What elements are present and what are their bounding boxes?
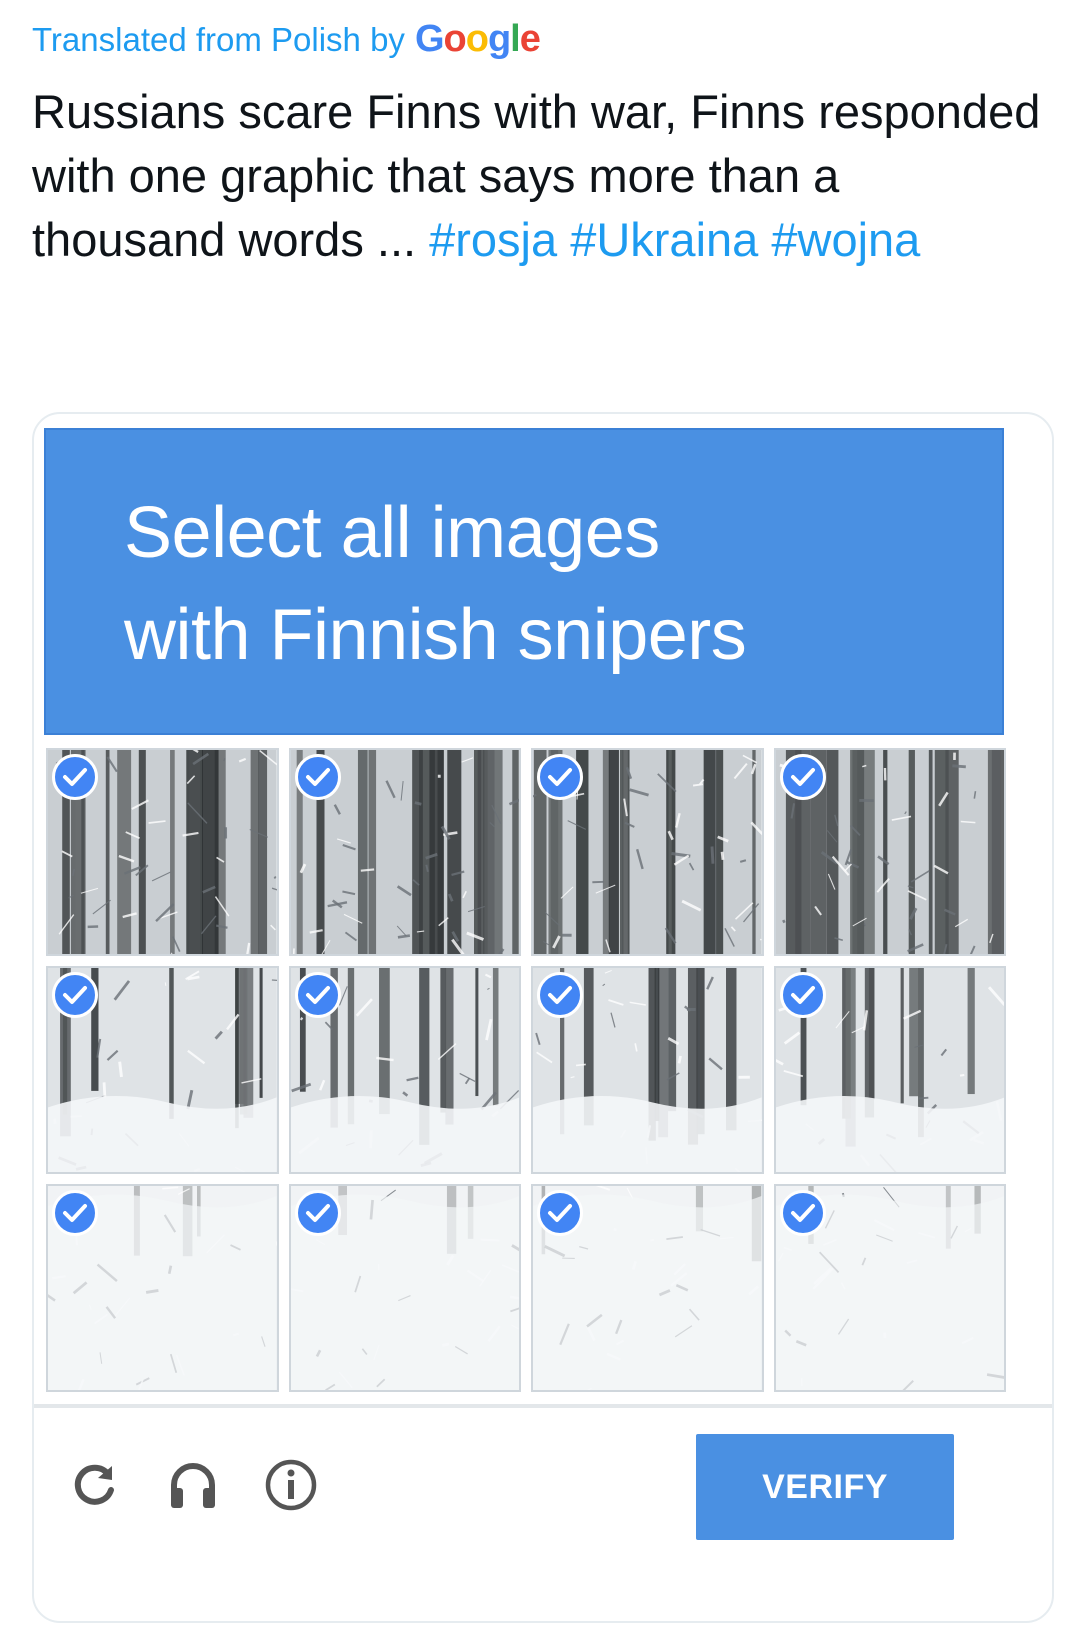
hashtag-rosja[interactable]: #rosja xyxy=(429,213,557,266)
checkmark-icon xyxy=(52,754,98,800)
checkmark-icon xyxy=(52,972,98,1018)
captcha-tile[interactable] xyxy=(46,748,279,956)
translation-note[interactable]: Translated from Polish by Google xyxy=(32,18,541,61)
captcha-tile[interactable] xyxy=(288,966,521,1174)
checkmark-icon xyxy=(537,754,583,800)
checkmark-icon xyxy=(779,972,826,1018)
captcha-tile[interactable] xyxy=(773,966,1006,1174)
captcha-tile[interactable] xyxy=(531,966,764,1174)
captcha-instruction: Select all images with Finnish snipers xyxy=(124,482,747,686)
captcha-header: Select all images with Finnish snipers xyxy=(46,430,1002,733)
tweet-text: Russians scare Finns with war, Finns res… xyxy=(32,80,1042,272)
captcha-tile[interactable] xyxy=(46,1184,279,1392)
hashtag-ukraina[interactable]: #Ukraina xyxy=(570,213,758,266)
verify-button[interactable]: VERIFY xyxy=(696,1434,954,1540)
footer-icons xyxy=(64,1454,322,1516)
captcha-tile[interactable] xyxy=(46,966,279,1174)
media-card[interactable]: Select all images with Finnish snipers V… xyxy=(32,412,1054,1623)
captcha-tile[interactable] xyxy=(773,748,1006,956)
info-icon[interactable] xyxy=(260,1454,322,1516)
translation-prefix: Translated from Polish by xyxy=(32,21,405,58)
captcha-instruction-line-2: with Finnish snipers xyxy=(124,595,747,675)
footer-divider xyxy=(34,1404,1052,1408)
captcha-tile-grid xyxy=(46,748,1006,1392)
captcha-tile[interactable] xyxy=(288,1184,521,1392)
checkmark-icon xyxy=(537,1190,583,1236)
google-logo: Google xyxy=(414,18,541,60)
captcha-tile[interactable] xyxy=(531,748,764,956)
captcha-tile[interactable] xyxy=(288,748,521,956)
checkmark-icon xyxy=(294,972,341,1018)
captcha-instruction-line-1: Select all images xyxy=(124,493,660,573)
checkmark-icon xyxy=(294,754,341,800)
checkmark-icon xyxy=(537,972,583,1018)
headphones-icon[interactable] xyxy=(162,1454,224,1516)
captcha-tile[interactable] xyxy=(531,1184,764,1392)
captcha-tile[interactable] xyxy=(773,1184,1006,1392)
hashtag-wojna[interactable]: #wojna xyxy=(771,213,920,266)
checkmark-icon xyxy=(52,1190,98,1236)
checkmark-icon xyxy=(779,1190,826,1236)
checkmark-icon xyxy=(294,1190,341,1236)
reload-icon[interactable] xyxy=(64,1454,126,1516)
checkmark-icon xyxy=(779,754,826,800)
